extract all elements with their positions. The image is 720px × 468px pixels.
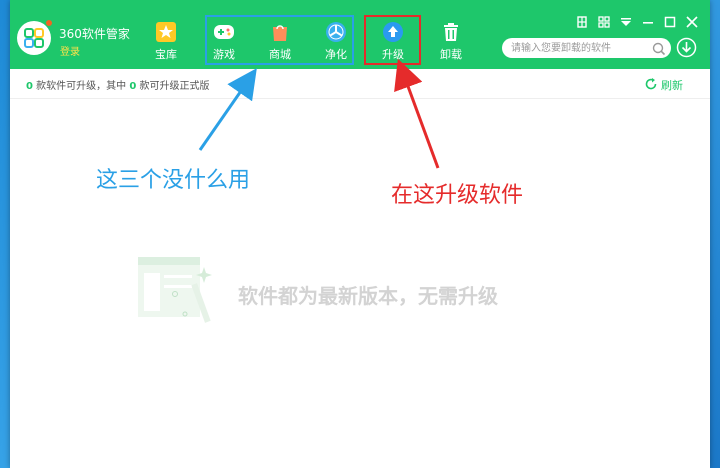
software-manager-window: 360软件管家 登录 宝库 游戏 商城 净化 升级 卸载 请输入您要卸载的软件 …: [10, 0, 710, 468]
blue-arrow: [198, 68, 257, 151]
annotation-arrows: [198, 58, 440, 169]
red-arrow: [394, 58, 440, 169]
